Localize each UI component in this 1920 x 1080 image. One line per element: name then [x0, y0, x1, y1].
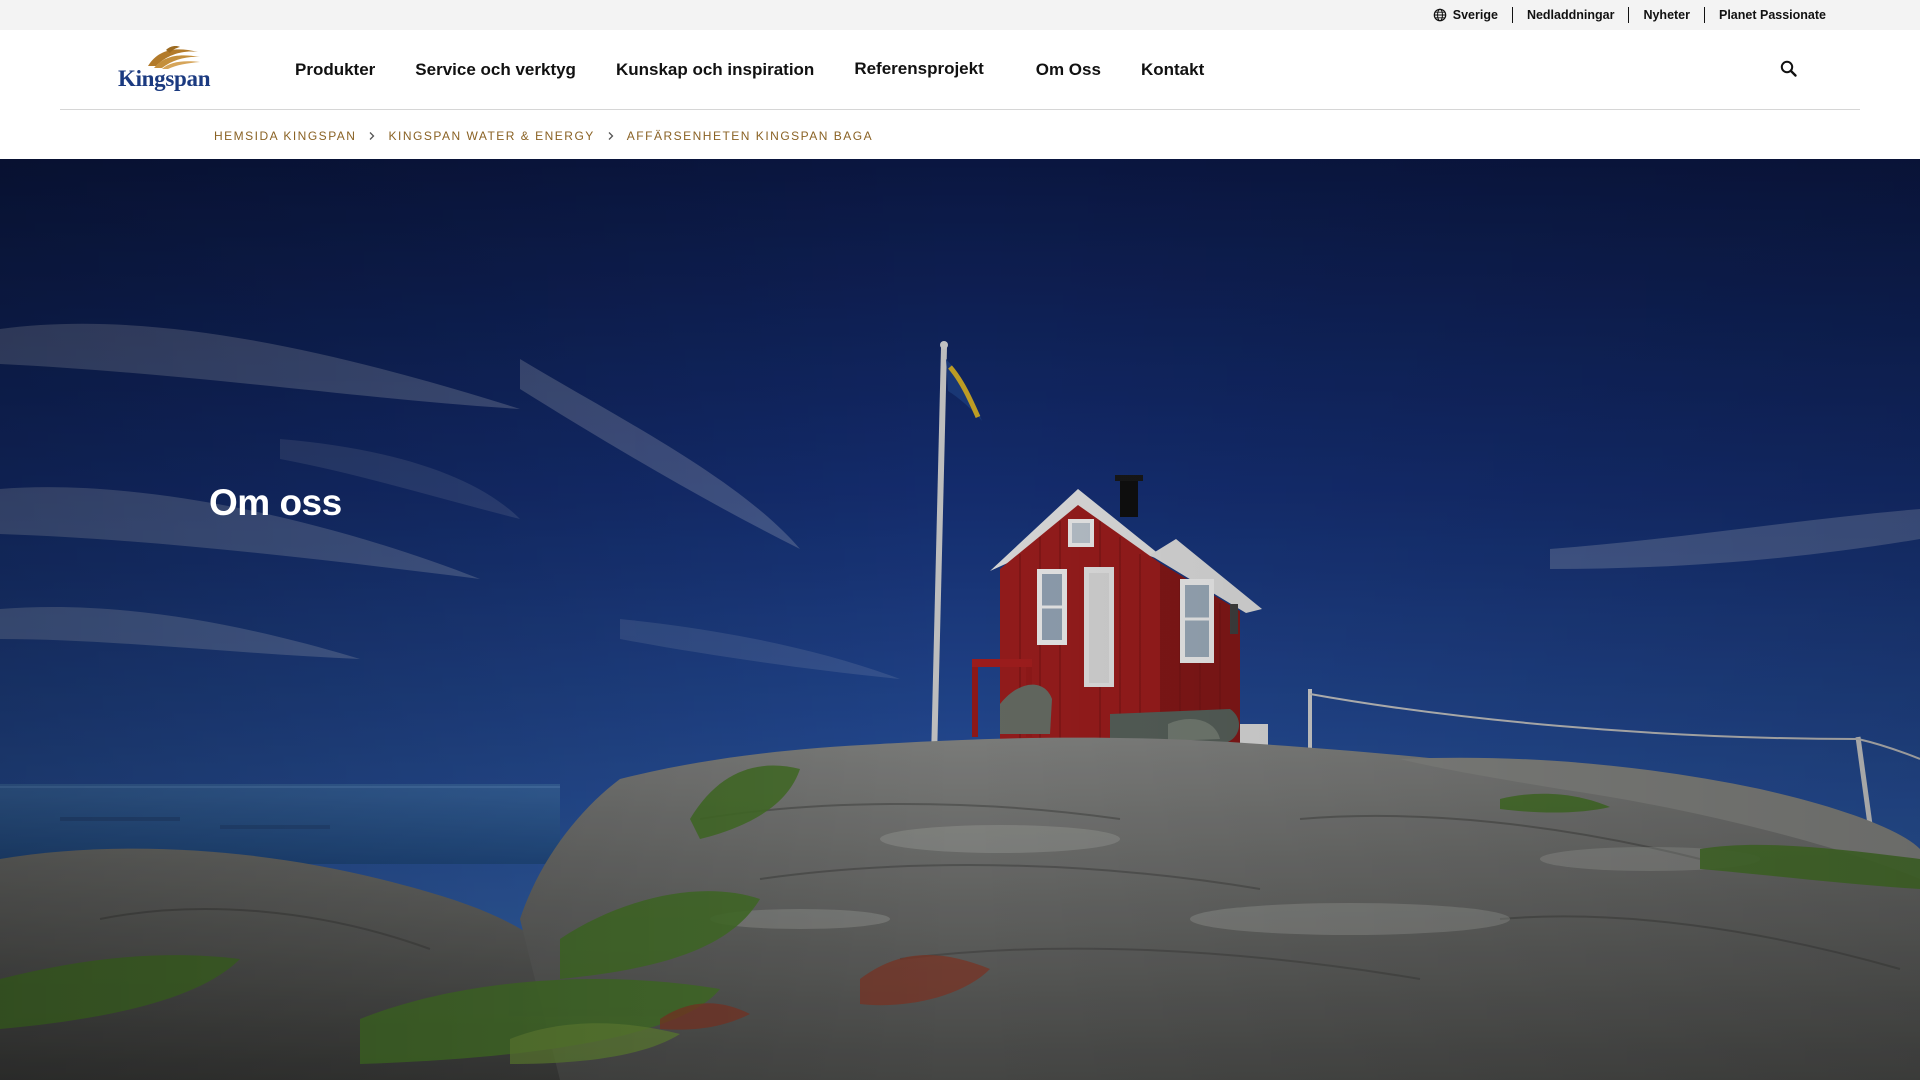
nav-item-contact[interactable]: Kontakt [1141, 60, 1204, 80]
page-title: Om oss [209, 482, 342, 523]
nav-item-about-us[interactable]: Om Oss [1036, 60, 1101, 80]
chevron-right-icon [370, 132, 375, 140]
main-header: Kingspan Produkter Service och verktyg K… [60, 30, 1860, 110]
planet-passionate-link[interactable]: Planet Passionate [1704, 7, 1840, 23]
utility-bar: Sverige Nedladdningar Nyheter Planet Pas… [0, 0, 1920, 30]
breadcrumb-current[interactable]: AFFÄRSENHETEN KINGSPAN BAGA [627, 129, 873, 143]
breadcrumb-water-energy[interactable]: KINGSPAN WATER & ENERGY [388, 129, 594, 143]
locale-label: Sverige [1452, 8, 1498, 22]
hero-image [0, 159, 1920, 1080]
nav-item-reference-projects[interactable]: Referensprojekt [854, 59, 983, 79]
hero-banner: Om oss [0, 159, 1920, 1080]
nav-item-knowledge-inspiration[interactable]: Kunskap och inspiration [616, 60, 814, 80]
utility-links: Sverige Nedladdningar Nyheter Planet Pas… [1419, 0, 1840, 30]
kingspan-logo[interactable]: Kingspan [118, 44, 222, 91]
globe-icon [1433, 8, 1447, 22]
breadcrumb-home[interactable]: HEMSIDA KINGSPAN [214, 129, 356, 143]
locale-selector[interactable]: Sverige [1419, 7, 1512, 23]
nav-item-products[interactable]: Produkter [295, 60, 375, 80]
logo-wordmark: Kingspan [118, 66, 211, 91]
search-icon[interactable] [1778, 58, 1800, 80]
chevron-right-icon [608, 132, 614, 140]
news-link[interactable]: Nyheter [1628, 7, 1704, 23]
main-navigation: Produkter Service och verktyg Kunskap oc… [295, 30, 1244, 110]
nav-item-service-tools[interactable]: Service och verktyg [415, 60, 576, 80]
downloads-link[interactable]: Nedladdningar [1511, 7, 1629, 23]
breadcrumb: HEMSIDA KINGSPAN KINGSPAN WATER & ENERGY… [214, 128, 873, 144]
